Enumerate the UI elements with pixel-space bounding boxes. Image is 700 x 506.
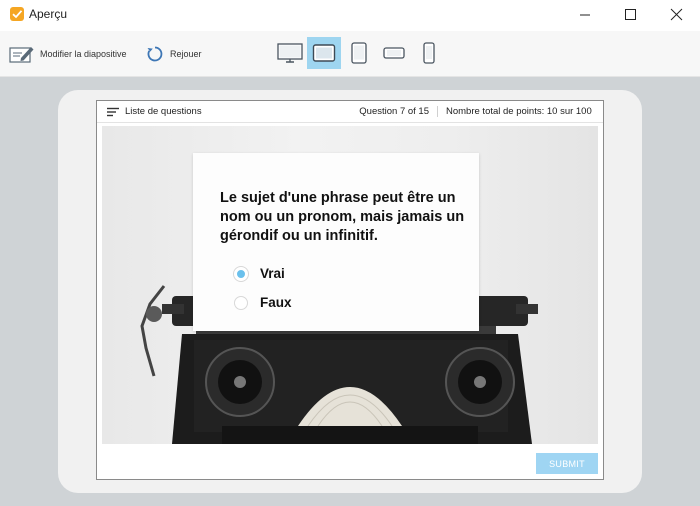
submit-button[interactable]: SUBMIT [536,453,598,474]
question-progress: Question 7 of 15 [359,106,429,117]
option-false[interactable]: Faux [234,295,292,310]
question-list-button[interactable]: Liste de questions [107,101,202,122]
minimize-button[interactable] [562,0,608,31]
total-points: Nombre total de points: 10 sur 100 [446,106,592,117]
tablet-portrait-icon [351,42,367,64]
edit-slide-button[interactable]: Modifier la diapositive [9,31,127,76]
phone-landscape-icon [383,47,405,59]
desktop-icon [277,43,303,63]
device-tablet-landscape-button[interactable] [307,37,341,69]
radio-false[interactable] [234,295,248,310]
option-true[interactable]: Vrai [234,266,285,281]
list-icon [107,107,119,116]
phone-portrait-icon [423,42,435,64]
maximize-button[interactable] [607,0,653,31]
slide-screen: Liste de questions Question 7 of 15 Nomb… [96,100,604,480]
app-check-icon [10,7,24,21]
tablet-frame: Liste de questions Question 7 of 15 Nomb… [58,90,642,493]
question-list-label: Liste de questions [125,106,202,117]
quiz-header-bar: Liste de questions Question 7 of 15 Nomb… [97,101,603,123]
question-paper: Le sujet d'une phrase peut être un nom o… [193,153,479,331]
edit-slide-icon [9,46,34,63]
device-phone-portrait-button[interactable] [412,37,446,69]
preview-toolbar: Modifier la diapositive Rejouer [0,31,700,77]
edit-slide-label: Modifier la diapositive [40,48,127,59]
device-phone-landscape-button[interactable] [377,37,411,69]
close-button[interactable] [653,0,699,31]
option-true-label: Vrai [260,266,285,281]
title-bar: Aperçu [0,0,700,32]
replay-button[interactable]: Rejouer [146,31,202,76]
replay-icon [147,46,163,61]
tablet-landscape-icon [312,44,336,62]
header-divider [437,106,438,117]
slide-footer: SUBMIT [97,449,603,479]
preview-workspace: Liste de questions Question 7 of 15 Nomb… [0,77,700,506]
question-text: Le sujet d'une phrase peut être un nom o… [220,190,465,244]
option-false-label: Faux [260,295,292,310]
window-title: Aperçu [29,7,68,21]
quiz-slide: Le sujet d'une phrase peut être un nom o… [102,126,598,444]
radio-true[interactable] [234,266,248,281]
replay-label: Rejouer [170,48,202,59]
device-desktop-button[interactable] [273,37,307,69]
device-tablet-portrait-button[interactable] [342,37,376,69]
